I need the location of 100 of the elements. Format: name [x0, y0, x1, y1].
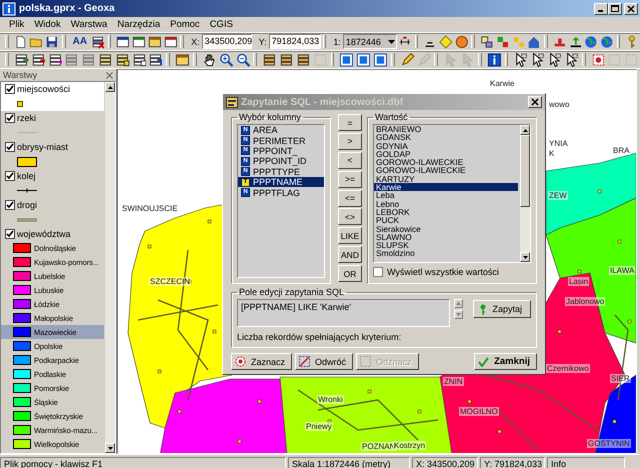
layers-icon[interactable]	[262, 52, 278, 68]
minimize-button[interactable]	[594, 2, 608, 14]
close-button[interactable]	[528, 96, 542, 108]
globe-icon[interactable]	[584, 34, 598, 50]
menu-item[interactable]: Widok	[29, 18, 66, 31]
menu-item[interactable]: CGIS	[204, 18, 238, 31]
operator-button[interactable]: LIKE	[338, 227, 362, 244]
globe-icon[interactable]	[600, 34, 614, 50]
layer-item[interactable]: drogi	[1, 198, 104, 227]
list-item[interactable]: GOROWO-ILAWECKIE	[374, 158, 518, 166]
pencil-icon[interactable]	[400, 52, 415, 68]
layers-icon[interactable]	[114, 52, 130, 68]
up-arrow-icon[interactable]	[522, 128, 528, 132]
info-icon[interactable]	[486, 52, 502, 68]
checkbox[interactable]	[5, 200, 15, 210]
list-item[interactable]: PUCK	[374, 216, 518, 225]
list-item[interactable]: GOROWO-ILAWIECKIE	[374, 166, 518, 175]
close-button[interactable]	[624, 2, 638, 14]
layer-item[interactable]: kolej	[1, 169, 104, 198]
scale-combo[interactable]: 1872446	[342, 34, 397, 49]
zoom-out-icon[interactable]	[236, 52, 250, 68]
up-arrow-icon[interactable]	[108, 86, 112, 88]
grid-icon[interactable]	[624, 52, 640, 68]
layers-icon[interactable]	[296, 52, 311, 68]
menu-item[interactable]: Warstwa	[66, 18, 112, 31]
spin-up-button[interactable]	[454, 299, 464, 308]
list-item[interactable]: SLUPSK	[374, 241, 518, 250]
list-item[interactable]: GOLDAP	[374, 150, 518, 158]
shapes-icon[interactable]	[480, 34, 494, 50]
checkbox[interactable]	[5, 142, 15, 152]
window-icon[interactable]	[175, 52, 190, 68]
grid-icon[interactable]	[590, 52, 606, 68]
checkbox[interactable]	[5, 229, 15, 239]
down-arrow-icon[interactable]	[522, 256, 528, 258]
operator-button[interactable]: AND	[338, 246, 362, 264]
cursor-icon[interactable]	[513, 52, 528, 68]
menu-item[interactable]: Narzędzia	[112, 18, 166, 31]
checkbox[interactable]	[5, 84, 15, 94]
layers-icon[interactable]	[30, 52, 46, 68]
layers-icon[interactable]	[48, 52, 62, 68]
list-item[interactable]: GDYNIA	[374, 142, 518, 150]
x-coordinate-field[interactable]: 343500,209	[202, 34, 252, 49]
layers-icon[interactable]	[279, 52, 294, 68]
checkbox[interactable]	[373, 266, 383, 276]
caret-icon[interactable]	[388, 40, 395, 44]
operator-button[interactable]: >	[338, 132, 362, 150]
layers-icon[interactable]	[132, 52, 146, 68]
operator-button[interactable]: >=	[338, 170, 362, 188]
circle-icon[interactable]	[454, 34, 468, 50]
hand-icon[interactable]	[202, 52, 217, 68]
checkbox[interactable]	[5, 113, 15, 123]
close-icon[interactable]	[531, 98, 539, 106]
checkbox[interactable]	[5, 171, 15, 181]
diamond-icon[interactable]	[439, 34, 453, 50]
operator-button[interactable]: <	[338, 152, 362, 169]
menu-item[interactable]: Pomoc	[165, 18, 205, 31]
invert-button[interactable]: Odwróć	[295, 353, 354, 370]
list-item[interactable]: LEBORK	[374, 208, 518, 216]
spin-down-button[interactable]	[454, 310, 464, 319]
select-button[interactable]: Zaznacz	[231, 353, 292, 370]
font-button[interactable]: AA	[70, 36, 90, 47]
maximize-icon[interactable]	[611, 4, 619, 12]
list-item[interactable]: Leba	[374, 191, 518, 200]
y-coordinate-field[interactable]: 791824,033	[268, 34, 321, 49]
layers-icon[interactable]	[98, 52, 113, 68]
layers-icon[interactable]	[148, 52, 164, 68]
grid-icon[interactable]	[607, 52, 622, 68]
maximize-button[interactable]	[608, 2, 622, 14]
down-arrow-icon[interactable]	[108, 446, 112, 450]
list-item[interactable]: Smoldzino	[374, 249, 518, 258]
list-item[interactable]: Karwie	[374, 183, 518, 192]
layer-item[interactable]: miejscowości	[1, 82, 104, 111]
scrollbar[interactable]	[104, 82, 115, 453]
list-item[interactable]: BRANIEWO	[374, 125, 518, 134]
query-button[interactable]: Zapytaj	[473, 300, 531, 318]
operator-button[interactable]: OR	[338, 265, 362, 282]
close-icon[interactable]	[627, 4, 635, 12]
layers-icon[interactable]	[14, 52, 29, 68]
frame-icon[interactable]	[339, 52, 354, 68]
operator-button[interactable]: <>	[338, 208, 362, 226]
query-field[interactable]: [PPPTNAME] LIKE 'Karwie'	[237, 299, 450, 327]
frame-icon[interactable]	[373, 52, 388, 68]
cursor-icon[interactable]	[530, 52, 546, 68]
layer-item[interactable]: rzeki	[1, 111, 104, 140]
layer-item[interactable]: obrysy-miast	[1, 140, 104, 169]
operator-button[interactable]: =	[338, 114, 362, 131]
list-item[interactable]: Lebno	[374, 200, 518, 208]
list-item[interactable]: Sierakowice	[374, 224, 518, 233]
zoom-in-icon[interactable]	[218, 52, 234, 68]
menu-item[interactable]: Plik	[4, 18, 30, 31]
value-list[interactable]: BRANIEWO GDANSK GDYNIA GOLDAP GOROWO-ILAWECKIE GOROWO-ILAWIECKIE KARTUZY Karwie Leba Lebno LEBORK PUCK Sierakowice SLAWNO SLUPSK Smoldzino	[373, 124, 531, 263]
scrollbar[interactable]	[520, 125, 530, 262]
cursor-icon[interactable]	[547, 52, 562, 68]
document-icon[interactable]	[14, 34, 28, 50]
close-button[interactable]: Zamknij	[474, 353, 537, 370]
list-item[interactable]: KARTUZY	[374, 174, 518, 184]
list-item[interactable]: SLAWNO	[374, 232, 518, 242]
list-item[interactable]: GDANSK	[374, 133, 518, 142]
frame-icon[interactable]	[356, 52, 372, 68]
operator-button[interactable]: <=	[338, 190, 362, 206]
